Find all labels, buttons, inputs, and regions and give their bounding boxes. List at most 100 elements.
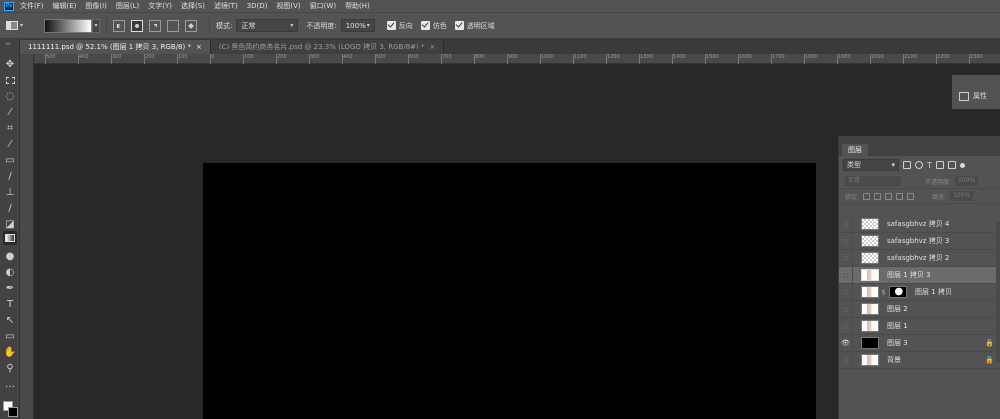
layer-row-selected[interactable]: 图层 1 拷贝 3: [839, 267, 1000, 284]
menu-3d[interactable]: 3D(D): [247, 2, 268, 10]
layer-row[interactable]: safasgbhvz 拷贝 3: [839, 233, 1000, 250]
transparency-checkbox[interactable]: [454, 21, 464, 30]
lock-pixels-icon[interactable]: [874, 192, 882, 200]
menu-edit[interactable]: 编辑(E): [53, 1, 77, 11]
eyedropper-tool-icon[interactable]: ⁄: [3, 137, 17, 151]
layer-row[interactable]: safasgbhvz 拷贝 4: [839, 216, 1000, 233]
lock-artboard-icon[interactable]: [896, 192, 904, 200]
layer-thumbnail: [861, 354, 879, 366]
lock-transparent-icon[interactable]: [863, 192, 871, 200]
shape-filter-icon[interactable]: [935, 161, 944, 169]
visibility-toggle[interactable]: [839, 250, 853, 266]
visibility-toggle[interactable]: [839, 216, 853, 232]
angle-gradient-button[interactable]: [149, 19, 161, 32]
close-icon[interactable]: ×: [196, 43, 202, 51]
chevron-down-icon: ▾: [290, 22, 294, 29]
close-icon[interactable]: ×: [430, 43, 436, 51]
properties-label: 属性: [973, 92, 987, 100]
menu-file[interactable]: 文件(F): [20, 1, 44, 11]
layers-scrollbar[interactable]: [996, 222, 1000, 362]
linear-gradient-button[interactable]: [113, 19, 125, 32]
layer-row[interactable]: safasgbhvz 拷贝 2: [839, 250, 1000, 267]
hand-tool-icon[interactable]: ✋: [3, 345, 17, 359]
pixel-filter-icon[interactable]: [903, 161, 911, 169]
radial-gradient-button[interactable]: [131, 19, 143, 32]
clone-stamp-tool-icon[interactable]: ⊥: [3, 185, 17, 199]
marquee-tool-icon[interactable]: [3, 73, 17, 87]
properties-panel-button[interactable]: 属性: [954, 85, 998, 107]
document-canvas[interactable]: [203, 163, 816, 419]
adjustment-filter-icon[interactable]: [915, 161, 923, 169]
menu-filter[interactable]: 滤镜(T): [214, 1, 238, 11]
type-filter-icon[interactable]: T: [927, 161, 932, 170]
zoom-tool-icon[interactable]: ⚲: [3, 361, 17, 375]
document-tab[interactable]: (C) 黑色简约商务名片.psd @ 23.3% (LOGO 拷贝 3, RGB…: [210, 40, 445, 54]
visibility-toggle[interactable]: [839, 233, 853, 249]
filter-toggle-icon[interactable]: [959, 162, 965, 168]
visibility-toggle[interactable]: [839, 267, 853, 283]
hidden-icon: [843, 272, 848, 278]
lock-position-icon[interactable]: [885, 192, 893, 200]
layer-row[interactable]: 👁 图层 3 🔒: [839, 335, 1000, 352]
diamond-gradient-button[interactable]: [185, 19, 197, 32]
menu-view[interactable]: 视图(V): [276, 1, 300, 11]
menu-help[interactable]: 帮助(H): [345, 1, 370, 11]
healing-brush-tool-icon[interactable]: ▭: [3, 153, 17, 167]
hidden-icon: [843, 306, 848, 312]
document-tab-active[interactable]: 1111111.psd @ 52.1% (图层 1 拷贝 3, RGB/8) *…: [20, 40, 211, 54]
ruler-tick-label: 200: [276, 54, 287, 64]
fill-input[interactable]: 100%: [950, 191, 974, 201]
history-brush-tool-icon[interactable]: ∕: [3, 201, 17, 215]
layer-mask-thumbnail[interactable]: [889, 286, 907, 298]
rectangle-tool-icon[interactable]: ▭: [3, 329, 17, 343]
tool-preset-picker[interactable]: ▾: [6, 18, 32, 34]
layer-filter-select[interactable]: 类型 ▾: [843, 159, 899, 171]
visibility-toggle[interactable]: [839, 352, 853, 368]
type-tool-icon[interactable]: T: [3, 297, 17, 311]
hidden-icon: [843, 221, 848, 227]
magic-wand-tool-icon[interactable]: ⁄: [3, 105, 17, 119]
reflected-gradient-button[interactable]: [167, 19, 179, 32]
brush-tool-icon[interactable]: ∕: [3, 169, 17, 183]
visibility-toggle[interactable]: [839, 318, 853, 334]
gradient-tool-icon[interactable]: [3, 231, 17, 245]
background-color-swatch[interactable]: [8, 407, 18, 417]
gradient-picker-dropdown[interactable]: ▾: [92, 18, 100, 33]
visibility-toggle[interactable]: [839, 284, 853, 300]
visibility-toggle[interactable]: 👁: [839, 335, 853, 351]
blend-mode-select[interactable]: 正常: [845, 176, 901, 186]
blur-tool-icon[interactable]: ●: [3, 249, 17, 263]
lasso-tool-icon[interactable]: ◌: [3, 89, 17, 103]
menu-window[interactable]: 窗口(W): [310, 1, 336, 11]
menu-layer[interactable]: 图层(L): [116, 1, 139, 11]
reverse-checkbox[interactable]: [386, 21, 396, 30]
more-tools-icon[interactable]: …: [3, 377, 17, 391]
layer-row[interactable]: 图层 1: [839, 318, 1000, 335]
path-selection-tool-icon[interactable]: ↖: [3, 313, 17, 327]
collapse-icon[interactable]: ▸▸: [6, 41, 11, 47]
ruler-tick-label: 400: [78, 54, 89, 64]
lock-all-icon[interactable]: [907, 192, 915, 200]
mode-select[interactable]: 正常 ▾: [236, 19, 299, 32]
tools-panel: ▸▸ ✥ ◌ ⁄ ⌗ ⁄ ▭ ∕ ⊥ ∕ ◪ ● ◐ ✒ T ↖ ▭ ✋ ⚲ …: [0, 39, 20, 419]
layer-row[interactable]: § 图层 1 拷贝: [839, 284, 1000, 301]
move-tool-icon[interactable]: ✥: [3, 57, 17, 71]
menu-image[interactable]: 图像(I): [85, 1, 107, 11]
eraser-tool-icon[interactable]: ◪: [3, 217, 17, 231]
layer-row[interactable]: 图层 2: [839, 301, 1000, 318]
layer-row[interactable]: 背景 🔒: [839, 352, 1000, 369]
visibility-toggle[interactable]: [839, 301, 853, 317]
pen-tool-icon[interactable]: ✒: [3, 281, 17, 295]
dodge-tool-icon[interactable]: ◐: [3, 265, 17, 279]
opacity-input[interactable]: 100% ▾: [340, 19, 375, 32]
menu-type[interactable]: 文字(Y): [148, 1, 172, 11]
dither-checkbox[interactable]: [420, 21, 430, 30]
tab-layers[interactable]: 图层: [842, 144, 868, 156]
ruler-tick-label: 1600: [738, 54, 752, 64]
smart-object-filter-icon[interactable]: [947, 161, 956, 169]
crop-tool-icon[interactable]: ⌗: [3, 121, 17, 135]
hidden-icon: [843, 238, 848, 244]
gradient-preview[interactable]: [44, 18, 92, 33]
layer-opacity-input[interactable]: 100%: [955, 176, 979, 186]
menu-select[interactable]: 选择(S): [181, 1, 205, 11]
